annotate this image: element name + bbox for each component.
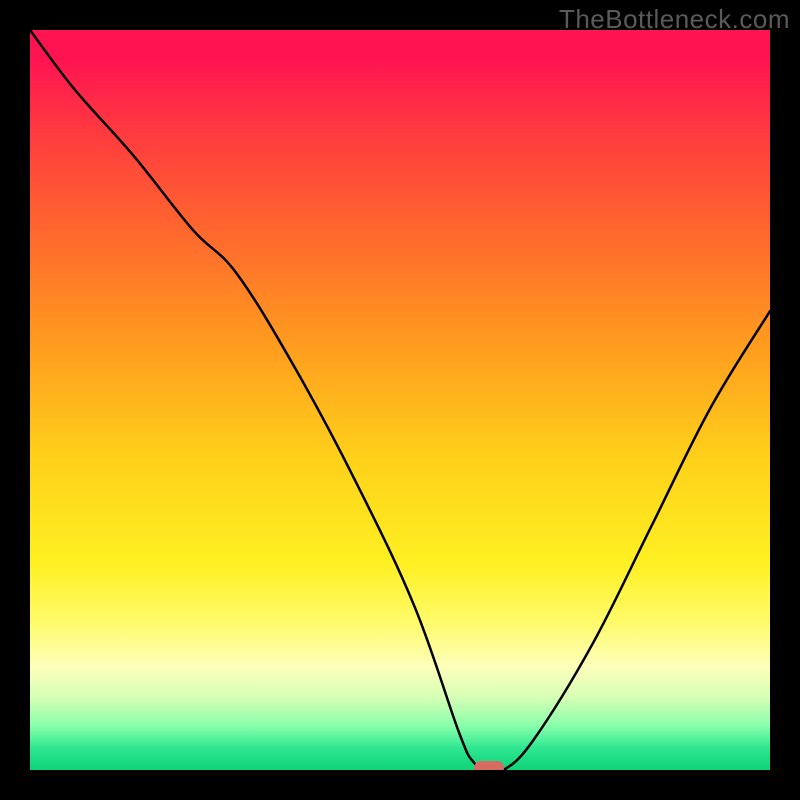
bottleneck-curve bbox=[30, 30, 770, 770]
curve-path bbox=[30, 30, 770, 770]
plot-area bbox=[30, 30, 770, 770]
watermark-text: TheBottleneck.com bbox=[559, 4, 790, 35]
chart-frame: TheBottleneck.com bbox=[0, 0, 800, 800]
optimal-point-marker bbox=[474, 761, 504, 770]
